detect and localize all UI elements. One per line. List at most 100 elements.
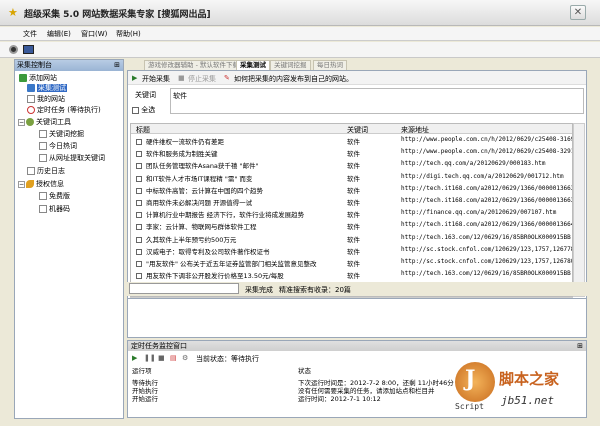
tree-item-free-edition[interactable]: 免费版: [39, 192, 70, 201]
table-row[interactable]: 商用软件未必解决问题 开源值得一试 软件 http://tech.it168.com…: [131, 196, 572, 207]
tree-item-daily-hotwords[interactable]: 今日热词: [39, 142, 77, 151]
title-bar: ★ 超级采集 5.0 网站数据采集专家 [搜狐网出品] ✕: [0, 0, 600, 26]
row-title: 计算机行业中期报告 经济下行，软件行业将成发展趋势: [136, 209, 305, 219]
row-checkbox[interactable]: [136, 212, 142, 219]
table-row[interactable]: 软件和服务成为制胜关键 软件 http://www.people.com.cn/h/…: [131, 147, 572, 158]
tree-item-license-info[interactable]: − 授权信息: [18, 180, 64, 189]
row-source-url[interactable]: http://sc.stock.cnfol.com/120629/123,175…: [401, 258, 572, 265]
table-row[interactable]: 汉威电子：取得专利及公司软件著作权证书 软件 http://sc.stock.cnf…: [131, 245, 572, 256]
page-icon: [39, 154, 47, 162]
row-source-url[interactable]: http://tech.it168.com/a2012/0629/1366/00…: [401, 185, 572, 192]
vertical-scrollbar[interactable]: [573, 123, 585, 297]
progress-box: [129, 283, 239, 294]
table-row[interactable]: 团队任务管理软件Asana获千禧 "邮件" 软件 http://tech.qq.co…: [131, 159, 572, 170]
row-source-url[interactable]: http://sc.stock.cnfol.com/120629/123,175…: [401, 246, 572, 253]
row-source-url[interactable]: http://tech.163.com/12/0629/16/85BR0OLK0…: [401, 234, 572, 241]
row-checkbox[interactable]: [136, 261, 142, 267]
publish-help-link[interactable]: 如何把采集的内容发布到自己的网站。: [234, 74, 353, 84]
row-checkbox[interactable]: [136, 200, 142, 206]
row-source-url[interactable]: http://tech.it168.com/a2012/0629/1366/00…: [401, 221, 572, 228]
menu-bar: 文件 编辑(E) 窗口(W) 帮助(H): [0, 27, 600, 41]
page-icon: [39, 130, 47, 138]
watermark-script: Script: [455, 402, 484, 411]
stop-collect-button[interactable]: 停止采集: [188, 74, 216, 84]
row-checkbox[interactable]: [136, 175, 142, 182]
row-source-url[interactable]: http://finance.qq.com/a/20120629/007107.…: [401, 209, 556, 216]
menu-window[interactable]: 窗口(W): [81, 29, 107, 39]
row-checkbox[interactable]: [136, 224, 142, 231]
close-button[interactable]: ✕: [570, 5, 586, 20]
table-row[interactable]: 中标软件高管：云计算在中国的四个趋势 软件 http://tech.it168.co…: [131, 184, 572, 195]
keyword-input[interactable]: 软件: [170, 88, 584, 114]
add-icon: [19, 74, 27, 82]
row-title-text: 商用软件未必解决问题 开源值得一试: [146, 199, 253, 207]
table-row[interactable]: 用友软件下调非公开股发行价格至13.50元/每股 软件 http://tech.16…: [131, 269, 572, 280]
row-title: 久其软件上半年预亏约500万元: [136, 234, 236, 243]
page-icon: [39, 142, 47, 150]
table-row[interactable]: 计算机行业中期报告 经济下行，软件行业将成发展趋势 软件 http://financ…: [131, 208, 572, 219]
tree-item-collect-test[interactable]: 采集测试: [27, 84, 67, 93]
status-done: 采集完成: [245, 286, 273, 294]
row-keyword: 软件: [347, 260, 360, 268]
col-status: 状态: [298, 367, 311, 375]
row-source-url[interactable]: http://tech.163.com/12/0629/16/85BR0OLK0…: [401, 270, 572, 277]
menu-edit[interactable]: 编辑(E): [47, 29, 71, 39]
select-all-checkbox[interactable]: [132, 106, 139, 114]
start-collect-button[interactable]: 开始采集: [142, 74, 170, 84]
settings-icon[interactable]: ⚙: [182, 354, 188, 362]
row-source-url[interactable]: http://www.people.com.cn/h/2012/0629/c25…: [401, 148, 572, 155]
col-keyword[interactable]: 关键词: [347, 125, 368, 135]
table-row[interactable]: 久其软件上半年预亏约500万元 软件 http://tech.163.com/12/…: [131, 233, 572, 243]
row-checkbox[interactable]: [136, 163, 142, 170]
row-title: 团队任务管理软件Asana获千禧 "邮件": [136, 160, 258, 170]
list-icon[interactable]: ▤: [170, 354, 177, 362]
tree-item-keyword-tools[interactable]: − 关键词工具: [18, 118, 71, 127]
row-checkbox[interactable]: [136, 273, 142, 280]
table-row[interactable]: 和IT软件人才市场IT课程精 "需" 而变 软件 http://digi.tech.…: [131, 172, 572, 182]
tab-daily-hotwords[interactable]: 每日热词: [313, 60, 347, 70]
pin-icon[interactable]: ⊞: [577, 341, 583, 351]
row-keyword: 软件: [347, 247, 360, 256]
col-source[interactable]: 来源地址: [401, 125, 429, 135]
table-row[interactable]: 硬件维权一流软件仍有差距 软件 http://www.people.com.cn/h…: [131, 135, 572, 146]
pin-icon[interactable]: ⊞: [114, 60, 120, 71]
row-keyword: 软件: [347, 186, 360, 195]
tree-item-history-log[interactable]: 历史日志: [27, 167, 65, 176]
row-checkbox[interactable]: [136, 151, 142, 158]
row-checkbox[interactable]: [136, 139, 142, 145]
row-source-url[interactable]: http://digi.tech.qq.com/a/20120629/00171…: [401, 173, 564, 180]
row-keyword: 软件: [347, 138, 360, 146]
collapse-icon[interactable]: −: [18, 180, 25, 188]
row-source-url[interactable]: http://www.people.com.cn/h/2012/0629/c25…: [401, 136, 572, 143]
keyword-label: 关键词: [135, 91, 156, 99]
select-all[interactable]: 全选: [132, 105, 155, 115]
play-icon[interactable]: ▶: [132, 354, 137, 362]
table-row[interactable]: "用友软件" 公布关于近五年证券监管部门相关监管意见整改 软件 http://sc.…: [131, 257, 572, 268]
tree-item-add-site[interactable]: 添加网站: [19, 74, 57, 83]
row-checkbox[interactable]: [136, 187, 142, 194]
row-checkbox[interactable]: [136, 236, 142, 243]
tree-item-scheduled-task[interactable]: 定时任务 (等待执行): [27, 106, 101, 115]
stop-icon[interactable]: ■: [158, 354, 165, 362]
tab-keyword-mining[interactable]: 关键词挖掘: [270, 60, 311, 70]
tree-item-keyword-mining[interactable]: 关键词挖掘: [39, 130, 84, 139]
col-title[interactable]: 标题: [136, 125, 150, 135]
row-title-text: 计算机行业中期报告 经济下行，软件行业将成发展趋势: [146, 211, 305, 219]
table-row[interactable]: 李家：云计算、物联网与群体软件工程 软件 http://tech.it168.com…: [131, 220, 572, 231]
row-title-text: 和IT软件人才市场IT课程精 "需" 而变: [146, 174, 253, 182]
collapse-icon[interactable]: −: [18, 118, 25, 126]
tree-item-machine-code[interactable]: 机器码: [39, 205, 70, 214]
tab-collect-test[interactable]: 采集测试: [236, 60, 270, 70]
tree-item-my-sites[interactable]: 我的网站: [27, 95, 65, 104]
menu-help[interactable]: 帮助(H): [116, 29, 141, 39]
monitor-icon[interactable]: [23, 45, 34, 54]
tree-item-extract-keywords[interactable]: 从网址提取关键词: [39, 154, 105, 163]
pause-icon[interactable]: ❚❚: [144, 354, 156, 362]
menu-file[interactable]: 文件: [23, 29, 37, 39]
row-source-url[interactable]: http://tech.qq.com/a/20120629/000183.htm: [401, 160, 546, 167]
results-table: 标题 关键词 来源地址 硬件维权一流软件仍有差距 软件 http://www.peo…: [130, 123, 573, 297]
record-icon[interactable]: [9, 45, 18, 54]
console-panel-title: 采集控制台: [17, 61, 52, 69]
row-source-url[interactable]: http://tech.it168.com/a2012/0629/1366/00…: [401, 197, 572, 204]
row-checkbox[interactable]: [136, 248, 142, 255]
